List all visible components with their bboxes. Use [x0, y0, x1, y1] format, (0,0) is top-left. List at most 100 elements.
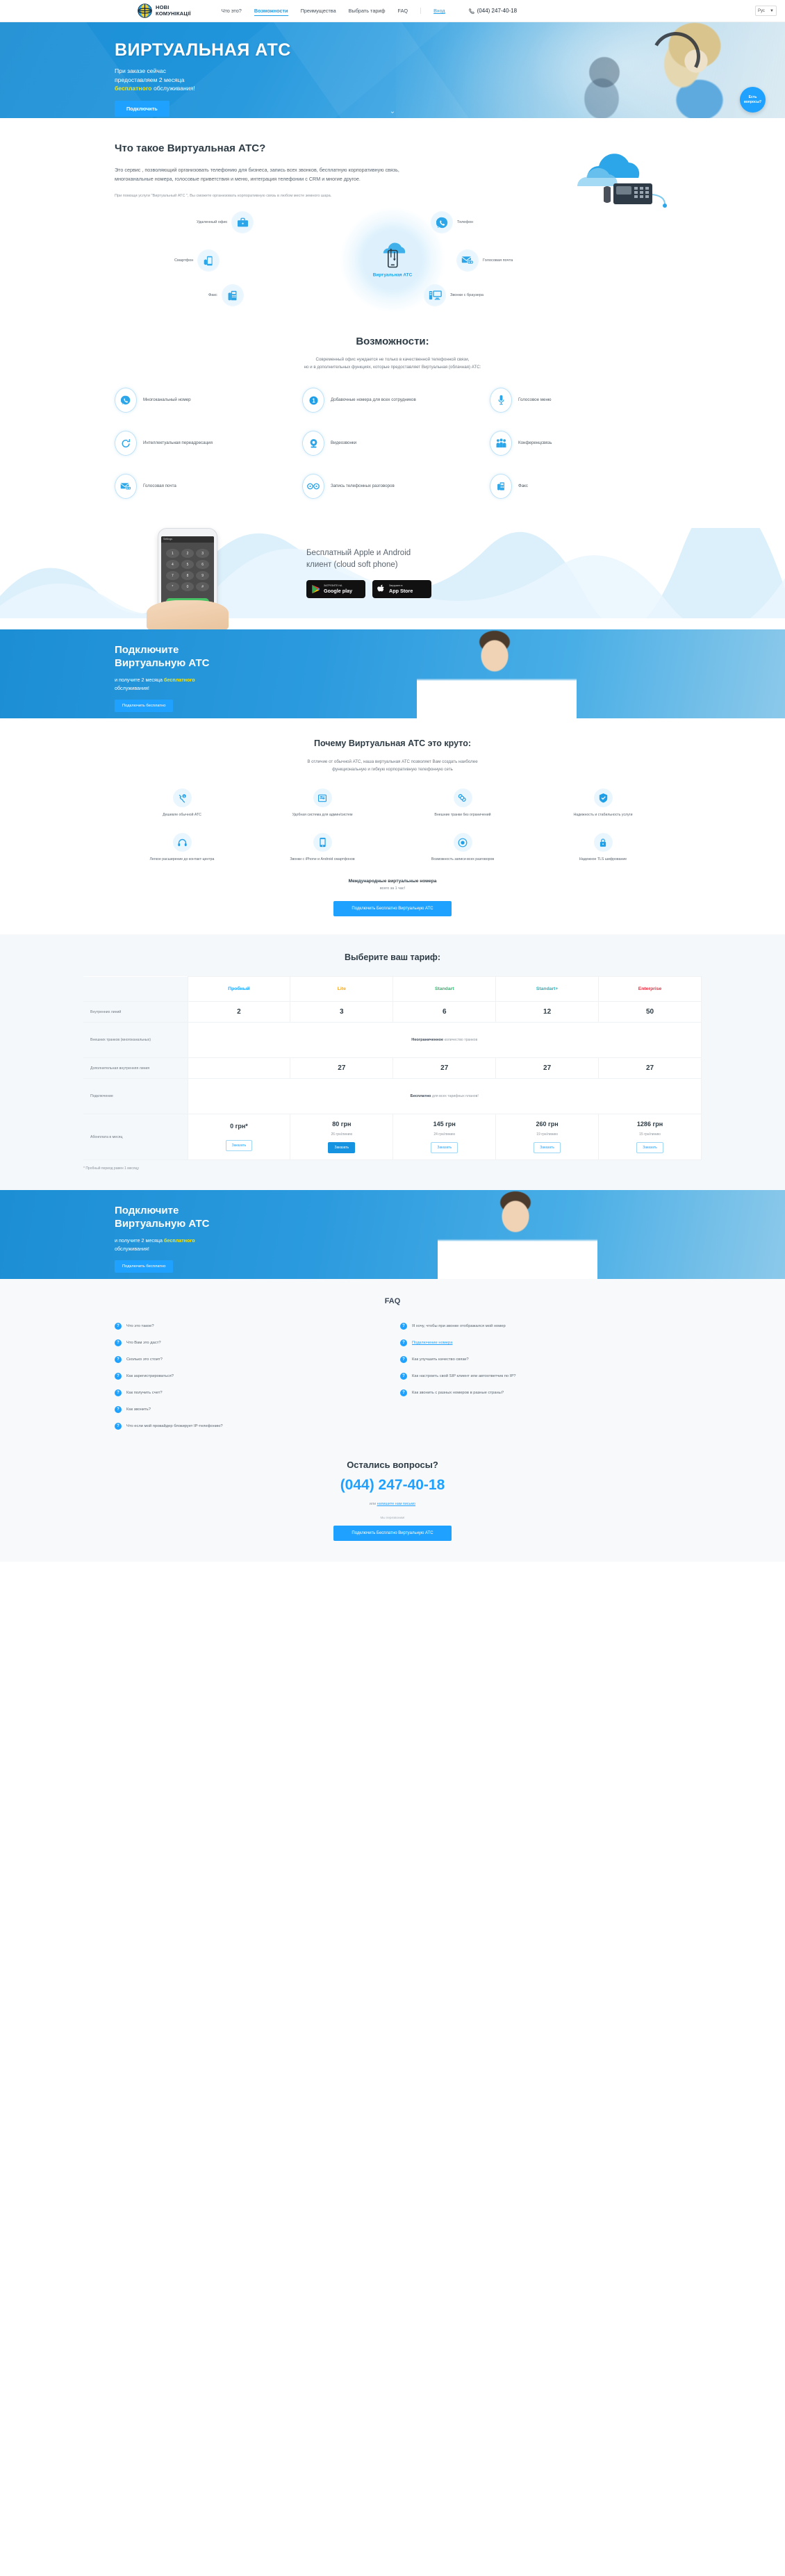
google-play-bottom-label: Google play	[324, 588, 353, 594]
nav-item-login[interactable]: Вход	[433, 8, 445, 14]
footer-phone[interactable]: (044) 247-40-18	[115, 1477, 670, 1494]
tariff-corner-cell	[83, 976, 188, 1002]
key[interactable]: 6	[196, 560, 209, 569]
faq-link[interactable]: Что это такое?	[126, 1324, 154, 1328]
key[interactable]: 7	[166, 571, 179, 580]
faq-item[interactable]: ? Как звонить с разных номеров в разные с…	[400, 1385, 670, 1401]
faq-link[interactable]: Подключение номера	[412, 1341, 452, 1345]
cta-connect-free-button[interactable]: Подключить бесплатно	[115, 1260, 174, 1273]
key[interactable]: 3	[196, 549, 209, 558]
what-is-paragraph: Это сервис , позволяющий организовать те…	[115, 167, 399, 182]
faq-item[interactable]: ? Как зарегистрироваться?	[115, 1368, 385, 1385]
faq-item[interactable]: ? Что если мой провайдер блокирует IP-тел…	[115, 1418, 385, 1435]
phone-handset-icon	[468, 8, 474, 14]
faq-item[interactable]: ? Как улучшить качество связи?	[400, 1351, 670, 1368]
cta-heading: Подключите Виртуальную АТС	[115, 643, 670, 670]
nav-item-faq[interactable]: FAQ	[398, 8, 408, 14]
faq-link[interactable]: Как настроить свой SIP клиент или автоот…	[412, 1374, 515, 1378]
infinity-link-icon	[453, 789, 472, 807]
key[interactable]: 9	[196, 571, 209, 580]
key[interactable]: 2	[181, 549, 195, 558]
order-button[interactable]: Заказать	[431, 1142, 458, 1153]
badge-line-2: вопросы?	[743, 99, 762, 104]
tariff-span-rest: для всех тарифных планов!	[431, 1094, 479, 1098]
order-button[interactable]: Заказать	[534, 1142, 561, 1153]
order-button[interactable]: Заказать	[636, 1142, 663, 1153]
tariff-row-label: Внутренних линий	[83, 1001, 188, 1023]
dial-keypad: 1 2 3 4 5 6 7 8 9 * 0 #	[161, 543, 214, 597]
footer-write-us-link[interactable]: напишите нам письмо	[377, 1502, 415, 1506]
order-button[interactable]: Заказать	[328, 1142, 356, 1153]
google-play-button[interactable]: ЗАГРУЗИТЕ НА Google play	[306, 580, 365, 598]
key[interactable]: *	[166, 582, 179, 591]
why-label: Удобная система для админ/систем	[292, 813, 353, 817]
key[interactable]: #	[196, 582, 209, 591]
smartphone-hand-icon	[197, 249, 220, 272]
tariff-plan-enterprise[interactable]: Enterprise	[598, 976, 702, 1002]
why-item: Надежное TLS шифрование	[536, 833, 670, 862]
hero-connect-button[interactable]: Подключить	[115, 100, 170, 117]
nav-item-tariffs[interactable]: Выбрать тариф	[349, 8, 386, 14]
faq-item[interactable]: ? Что это такое?	[115, 1318, 385, 1335]
order-button[interactable]: Заказать	[225, 1140, 253, 1151]
webcam-icon	[302, 431, 324, 456]
faq-item[interactable]: ? Подключение номера	[400, 1335, 670, 1351]
tariff-price-per: 26 грн/линию	[331, 1132, 353, 1137]
svg-text:1: 1	[312, 397, 315, 404]
cta-paragraph: и получите 2 месяца бесплатного обслужив…	[115, 1237, 247, 1253]
key[interactable]: 1	[166, 549, 179, 558]
nav-item-features[interactable]: Возможности	[254, 8, 288, 16]
tariff-cell: 27	[392, 1057, 497, 1079]
faq-link[interactable]: Сколько это стоит?	[126, 1357, 163, 1362]
key[interactable]: 8	[181, 571, 195, 580]
tariff-row-monthly-fee: Абонплата в месяц 0 грн* Заказать 80 грн…	[83, 1114, 702, 1160]
faq-item[interactable]: ? Как звонить?	[115, 1401, 385, 1418]
tariff-price-cell: 1286 грн 15 грн/линию Заказать	[598, 1114, 702, 1160]
faq-link[interactable]: Как звонить с разных номеров в разные ст…	[412, 1391, 504, 1395]
logo[interactable]: НОВІ КОМУНІКАЦІЇ	[138, 3, 191, 18]
why-item: Легкое расширение до контакт-центра	[115, 833, 249, 862]
cta-connect-free-button[interactable]: Подключить бесплатно	[115, 700, 174, 712]
possibility-item: 1 Добавочные номера для всех сотрудников	[302, 388, 483, 413]
tariff-plan-standart[interactable]: Standart	[392, 976, 497, 1002]
faq-item[interactable]: ? Сколько это стоит?	[115, 1351, 385, 1368]
faq-item[interactable]: ? Что Вам это даст?	[115, 1335, 385, 1351]
faq-link[interactable]: Что Вам это даст?	[126, 1341, 161, 1345]
faq-columns: ? Что это такое? ? Что Вам это даст? ? Скол…	[115, 1318, 670, 1435]
tariff-span-cell: Бесплатно для всех тарифных планов!	[187, 1078, 702, 1114]
key[interactable]: 0	[181, 582, 195, 591]
tariff-price-cell: 260 грн 19 грн/линию Заказать	[495, 1114, 600, 1160]
tariff-plan-lite[interactable]: Lite	[290, 976, 394, 1002]
have-questions-badge[interactable]: Есть вопросы?	[740, 87, 766, 113]
question-mark-icon: ?	[400, 1389, 407, 1396]
app-store-button[interactable]: Загрузите в App Store	[372, 580, 431, 598]
faq-link[interactable]: Как звонить?	[126, 1407, 151, 1412]
nav-item-what[interactable]: Что это?	[222, 8, 242, 14]
faq-item[interactable]: ? Как получить счет?	[115, 1385, 385, 1401]
possibilities-sub-line-2: но и в дополнительных функциях, которые …	[304, 365, 481, 370]
tariff-plan-standart-plus[interactable]: Standart+	[495, 976, 600, 1002]
faq-link[interactable]: Я хочу, чтобы при звонке отображался мой…	[412, 1324, 506, 1328]
language-selector[interactable]: Рус ▼	[755, 6, 777, 16]
scroll-down-icon[interactable]: ⌄	[390, 108, 395, 115]
why-connect-button[interactable]: Подключить Бесплатно Виртуальную АТС	[333, 901, 452, 916]
faq-link[interactable]: Как зарегистрироваться?	[126, 1374, 174, 1378]
nav-item-advantages[interactable]: Преимущества	[301, 8, 336, 14]
footer-connect-button[interactable]: Подключить Бесплатно Виртуальную АТС	[333, 1526, 452, 1541]
tariff-cell: 27	[495, 1057, 600, 1079]
chevron-down-icon: ▼	[770, 8, 774, 13]
tariff-plan-probny[interactable]: Пробный	[187, 976, 291, 1002]
why-item: Внешние транки без ограничений	[395, 789, 530, 818]
key[interactable]: 5	[181, 560, 195, 569]
faq-link[interactable]: Что если мой провайдер блокирует IP-теле…	[126, 1424, 223, 1428]
key[interactable]: 4	[166, 560, 179, 569]
faq-item[interactable]: ? Я хочу, чтобы при звонке отображался мо…	[400, 1318, 670, 1335]
tariff-price-per: 15 грн/линию	[639, 1132, 661, 1137]
possibility-label: Запись телефонных разговоров	[331, 484, 395, 488]
tariff-price-per: 24 грн/линию	[433, 1132, 456, 1137]
faq-item[interactable]: ? Как настроить свой SIP клиент или автоо…	[400, 1368, 670, 1385]
faq-link[interactable]: Как улучшить качество связи?	[412, 1357, 469, 1362]
site-header: НОВІ КОМУНІКАЦІЇ Что это? Возможности Пр…	[0, 0, 785, 22]
faq-link[interactable]: Как получить счет?	[126, 1391, 163, 1395]
header-phone[interactable]: (044) 247-40-18	[468, 8, 517, 14]
